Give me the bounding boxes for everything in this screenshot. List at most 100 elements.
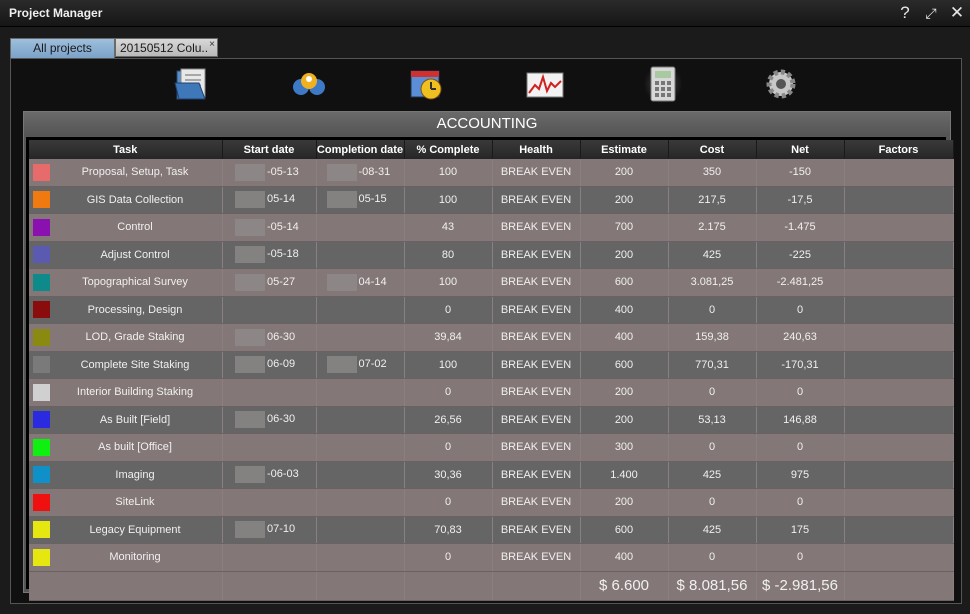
percent-complete[interactable]: 39,84 [404,323,493,352]
factors-cell[interactable] [844,159,954,187]
start-date-cell[interactable] [222,543,317,572]
percent-complete[interactable]: 0 [404,296,493,324]
completion-date-cell[interactable] [316,433,405,462]
estimate[interactable]: 400 [580,296,669,324]
table-row[interactable]: Control -05-14 43 BREAK EVEN 700 2.175 -1.475 [29,213,954,242]
col-header-percent-complete[interactable]: % Complete [404,140,493,159]
cost[interactable]: 425 [668,241,757,269]
percent-complete[interactable]: 26,56 [404,406,493,434]
factors-cell[interactable] [844,213,954,242]
factors-cell[interactable] [844,351,954,379]
task-color-swatch[interactable] [33,163,50,181]
percent-complete[interactable]: 0 [404,433,493,462]
task-cell[interactable]: LOD, Grade Staking [29,323,223,352]
calculator-icon[interactable] [643,65,683,103]
start-date-cell[interactable] [222,378,317,407]
estimate[interactable]: 400 [580,543,669,572]
factors-cell[interactable] [844,268,954,297]
start-date-cell[interactable]: -06-03 [222,461,317,489]
estimate[interactable]: 1.400 [580,461,669,489]
percent-complete[interactable]: 100 [404,159,493,187]
task-cell[interactable]: GIS Data Collection [29,186,223,214]
close-button[interactable]: ✕ [946,3,968,23]
estimate[interactable]: 400 [580,323,669,352]
task-color-swatch[interactable] [33,191,50,209]
task-cell[interactable]: Topographical Survey [29,268,223,297]
completion-date-cell[interactable] [316,241,405,269]
percent-complete[interactable]: 43 [404,213,493,242]
task-cell[interactable]: As Built [Field] [29,406,223,434]
cost[interactable]: 3.081,25 [668,268,757,297]
cost[interactable]: 0 [668,433,757,462]
percent-complete[interactable]: 100 [404,351,493,379]
start-date-cell[interactable]: 06-30 [222,323,317,352]
col-header-completion-date[interactable]: Completion date [316,140,405,159]
completion-date-cell[interactable] [316,543,405,572]
restore-button[interactable]: ⤢ [920,3,942,23]
percent-complete[interactable]: 100 [404,186,493,214]
factors-cell[interactable] [844,461,954,489]
col-header-task[interactable]: Task [29,140,223,159]
task-color-swatch[interactable] [33,356,50,374]
percent-complete[interactable]: 80 [404,241,493,269]
table-row[interactable]: Monitoring 0 BREAK EVEN 400 0 0 [29,543,954,572]
table-row[interactable]: Legacy Equipment 07-10 70,83 BREAK EVEN 600 4… [29,516,954,544]
documents-icon[interactable] [171,65,211,103]
table-row[interactable]: As Built [Field] 06-30 26,56 BREAK EVEN 200 5… [29,406,954,434]
completion-date-cell[interactable] [316,323,405,352]
factors-cell[interactable] [844,433,954,462]
start-date-cell[interactable] [222,488,317,517]
start-date-cell[interactable]: 06-09 [222,351,317,379]
task-color-swatch[interactable] [33,301,50,319]
factors-cell[interactable] [844,406,954,434]
completion-date-cell[interactable] [316,296,405,324]
percent-complete[interactable]: 0 [404,378,493,407]
task-color-swatch[interactable] [33,548,50,566]
task-color-swatch[interactable] [33,466,50,484]
cost[interactable]: 0 [668,488,757,517]
task-cell[interactable]: Interior Building Staking [29,378,223,407]
col-header-net[interactable]: Net [756,140,845,159]
completion-date-cell[interactable] [316,488,405,517]
factors-cell[interactable] [844,488,954,517]
estimate[interactable]: 600 [580,351,669,379]
percent-complete[interactable]: 70,83 [404,516,493,544]
cost[interactable]: 159,38 [668,323,757,352]
start-date-cell[interactable] [222,433,317,462]
factors-cell[interactable] [844,186,954,214]
percent-complete[interactable]: 0 [404,488,493,517]
task-color-swatch[interactable] [33,383,50,401]
completion-date-cell[interactable]: 05-15 [316,186,405,214]
estimate[interactable]: 200 [580,488,669,517]
task-color-swatch[interactable] [33,438,50,456]
cost[interactable]: 425 [668,461,757,489]
table-row[interactable]: Interior Building Staking 0 BREAK EVEN 200 0… [29,378,954,407]
completion-date-cell[interactable] [316,213,405,242]
tab-all-projects[interactable]: All projects [10,38,115,59]
table-row[interactable]: As built [Office] 0 BREAK EVEN 300 0 0 [29,433,954,462]
completion-date-cell[interactable]: -08-31 [316,159,405,187]
task-cell[interactable]: As built [Office] [29,433,223,462]
completion-date-cell[interactable] [316,378,405,407]
completion-date-cell[interactable] [316,461,405,489]
table-row[interactable]: Adjust Control -05-18 80 BREAK EVEN 200 425 -2… [29,241,954,269]
cost[interactable]: 0 [668,543,757,572]
gear-icon[interactable] [761,65,801,103]
task-cell[interactable]: Control [29,213,223,242]
task-cell[interactable]: Adjust Control [29,241,223,269]
table-row[interactable]: GIS Data Collection 05-14 05-15 100 BREAK EV… [29,186,954,214]
task-cell[interactable]: SiteLink [29,488,223,517]
cost[interactable]: 0 [668,296,757,324]
close-tab-icon[interactable]: × [209,39,215,54]
task-color-swatch[interactable] [33,493,50,511]
task-cell[interactable]: Imaging [29,461,223,489]
task-color-swatch[interactable] [33,411,50,429]
start-date-cell[interactable]: 05-27 [222,268,317,297]
estimate[interactable]: 600 [580,516,669,544]
task-cell[interactable]: Complete Site Staking [29,351,223,379]
task-cell[interactable]: Processing, Design [29,296,223,324]
completion-date-cell[interactable]: 07-02 [316,351,405,379]
col-header-factors[interactable]: Factors [844,140,954,159]
chart-icon[interactable] [525,65,565,103]
task-cell[interactable]: Proposal, Setup, Task [29,159,223,187]
